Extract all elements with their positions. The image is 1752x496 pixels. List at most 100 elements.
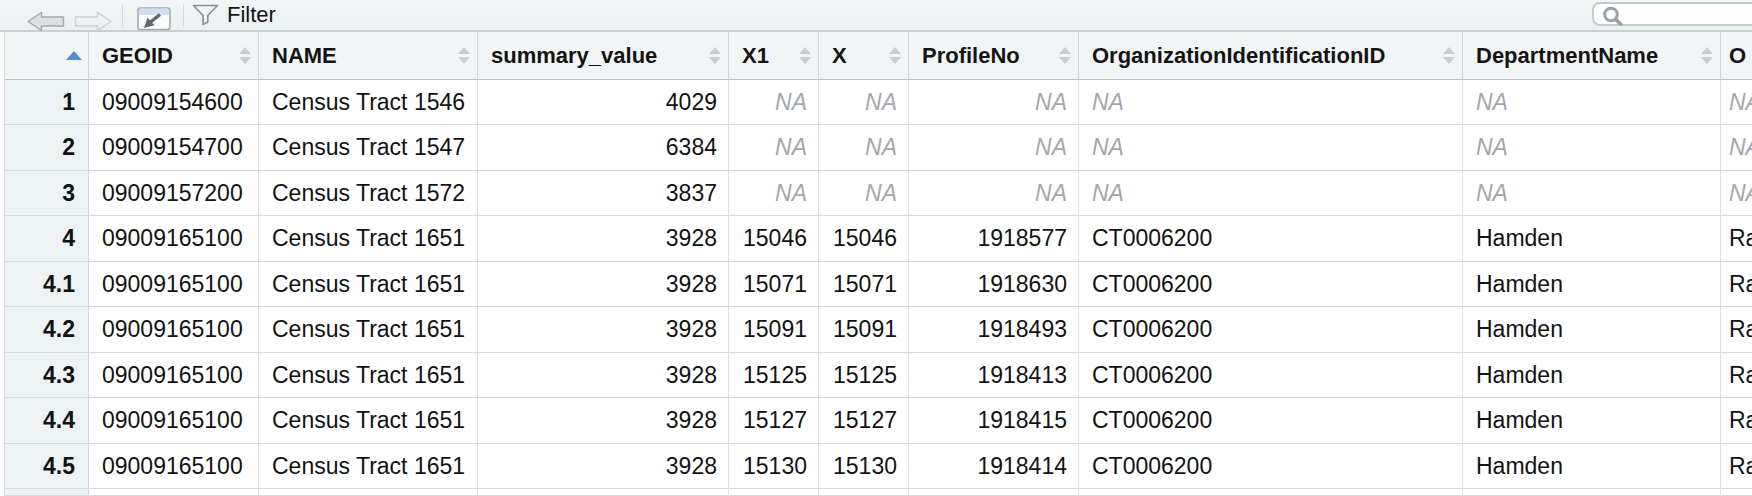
sort-toggle-icon xyxy=(1059,47,1071,64)
cell-DepartmentName: Hamden xyxy=(1463,444,1721,489)
cell-DepartmentName: NA xyxy=(1463,80,1721,125)
filter-button[interactable]: Filter xyxy=(192,0,276,30)
cell-DepartmentName: NA xyxy=(1463,171,1721,216)
column-header-GEOID[interactable]: GEOID xyxy=(89,32,259,80)
cell-OrganizationIdentificationID: NA xyxy=(1079,171,1463,216)
cell-summary_value: 3928 xyxy=(478,262,729,307)
cell-OrganizationIdentificationID: CT0006200 xyxy=(1079,353,1463,398)
sort-toggle-icon xyxy=(239,47,251,64)
cell-OrganizationIdentificationID: NA xyxy=(1079,80,1463,125)
cell-OrganizationIdentificationID: CT0006200 xyxy=(1079,307,1463,352)
cell-summary_value: 3928 xyxy=(478,398,729,443)
column-header-ProfileNo[interactable]: ProfileNo xyxy=(909,32,1079,80)
partial-row xyxy=(5,489,1752,496)
column-header-label: ProfileNo xyxy=(922,43,1020,68)
cell-X: 15127 xyxy=(819,398,909,443)
cell-NAME: Census Tract 1651 xyxy=(259,398,478,443)
table-row: 209009154700Census Tract 15476384NANANAN… xyxy=(5,125,1752,170)
cell-GEOID: 09009154700 xyxy=(89,125,259,170)
cell-summary_value: 3928 xyxy=(478,216,729,261)
row-number: 2 xyxy=(5,125,89,170)
column-header-label: DepartmentName xyxy=(1476,43,1658,68)
table-row: 4.409009165100Census Tract 1651392815127… xyxy=(5,398,1752,443)
cell-X1: 15091 xyxy=(729,307,819,352)
cell-NAME: Census Tract 1572 xyxy=(259,171,478,216)
cell-X1: 15130 xyxy=(729,444,819,489)
cell-GEOID: 09009165100 xyxy=(89,262,259,307)
table-row: 309009157200Census Tract 15723837NANANAN… xyxy=(5,171,1752,216)
filter-label: Filter xyxy=(227,0,276,30)
cell-O: Ra xyxy=(1721,216,1752,261)
table-row: 4.209009165100Census Tract 1651392815091… xyxy=(5,307,1752,352)
empty-cell xyxy=(89,489,259,496)
column-header-X[interactable]: X xyxy=(819,32,909,80)
cell-X1: NA xyxy=(729,171,819,216)
cell-X1: NA xyxy=(729,125,819,170)
sort-toggle-icon xyxy=(799,47,811,64)
cell-X: 15046 xyxy=(819,216,909,261)
popout-button[interactable] xyxy=(135,4,173,34)
cell-DepartmentName: Hamden xyxy=(1463,307,1721,352)
cell-X: NA xyxy=(819,80,909,125)
back-arrow-icon xyxy=(28,13,64,31)
column-header-summary_value[interactable]: summary_value xyxy=(478,32,729,80)
cell-GEOID: 09009165100 xyxy=(89,216,259,261)
header-row: GEOID NAMEsummary_valueX1X ProfileNo Organi… xyxy=(5,32,1752,80)
sort-toggle-icon xyxy=(1701,47,1713,64)
toolbar-separator xyxy=(122,4,123,27)
row-number: 4.4 xyxy=(5,398,89,443)
cell-OrganizationIdentificationID: CT0006200 xyxy=(1079,398,1463,443)
cell-NAME: Census Tract 1546 xyxy=(259,80,478,125)
cell-OrganizationIdentificationID: CT0006200 xyxy=(1079,262,1463,307)
cell-NAME: Census Tract 1651 xyxy=(259,262,478,307)
open-in-new-window-icon xyxy=(138,8,170,30)
cell-X: 15125 xyxy=(819,353,909,398)
cell-OrganizationIdentificationID: CT0006200 xyxy=(1079,216,1463,261)
cell-NAME: Census Tract 1651 xyxy=(259,216,478,261)
cell-GEOID: 09009154600 xyxy=(89,80,259,125)
cell-X: 15071 xyxy=(819,262,909,307)
row-number: 4.1 xyxy=(5,262,89,307)
cell-O: NA xyxy=(1721,80,1752,125)
sort-ascending-icon xyxy=(66,51,82,60)
forward-arrow-icon xyxy=(76,13,112,31)
cell-ProfileNo: 1918577 xyxy=(909,216,1079,261)
table-row: 4.309009165100Census Tract 1651392815125… xyxy=(5,353,1752,398)
column-header-label: GEOID xyxy=(102,43,173,68)
empty-cell xyxy=(819,489,909,496)
column-header-OrganizationIdentificationID[interactable]: OrganizationIdentificationID xyxy=(1079,32,1463,80)
cell-summary_value: 3928 xyxy=(478,307,729,352)
data-table: GEOID NAMEsummary_valueX1X ProfileNo Organi… xyxy=(4,32,1752,496)
cell-GEOID: 09009165100 xyxy=(89,398,259,443)
cell-ProfileNo: NA xyxy=(909,171,1079,216)
cell-DepartmentName: Hamden xyxy=(1463,398,1721,443)
table-body: 109009154600Census Tract 15464029NANANAN… xyxy=(5,80,1752,489)
cell-GEOID: 09009165100 xyxy=(89,444,259,489)
toolbar-separator xyxy=(183,4,184,27)
sort-toggle-icon xyxy=(1443,47,1455,64)
cell-X1: 15127 xyxy=(729,398,819,443)
cell-ProfileNo: 1918630 xyxy=(909,262,1079,307)
column-header-O[interactable]: O xyxy=(1721,32,1752,80)
cell-X1: 15071 xyxy=(729,262,819,307)
row-number: 4.3 xyxy=(5,353,89,398)
cell-GEOID: 09009165100 xyxy=(89,307,259,352)
table-row: 109009154600Census Tract 15464029NANANAN… xyxy=(5,80,1752,125)
column-header-DepartmentName[interactable]: DepartmentName xyxy=(1463,32,1721,80)
cell-NAME: Census Tract 1651 xyxy=(259,444,478,489)
cell-ProfileNo: NA xyxy=(909,80,1079,125)
empty-cell xyxy=(478,489,729,496)
row-number: 3 xyxy=(5,171,89,216)
empty-cell xyxy=(5,489,89,496)
cell-ProfileNo: 1918414 xyxy=(909,444,1079,489)
cell-OrganizationIdentificationID: CT0006200 xyxy=(1079,444,1463,489)
empty-cell xyxy=(1463,489,1721,496)
filter-funnel-icon xyxy=(192,4,219,26)
column-header-X1[interactable]: X1 xyxy=(729,32,819,80)
cell-ProfileNo: 1918413 xyxy=(909,353,1079,398)
column-header-NAME[interactable]: NAME xyxy=(259,32,478,80)
search-input[interactable] xyxy=(1626,5,1752,25)
table-row: 409009165100Census Tract 165139281504615… xyxy=(5,216,1752,261)
cell-X: 15130 xyxy=(819,444,909,489)
column-header-row-number[interactable] xyxy=(5,32,89,80)
